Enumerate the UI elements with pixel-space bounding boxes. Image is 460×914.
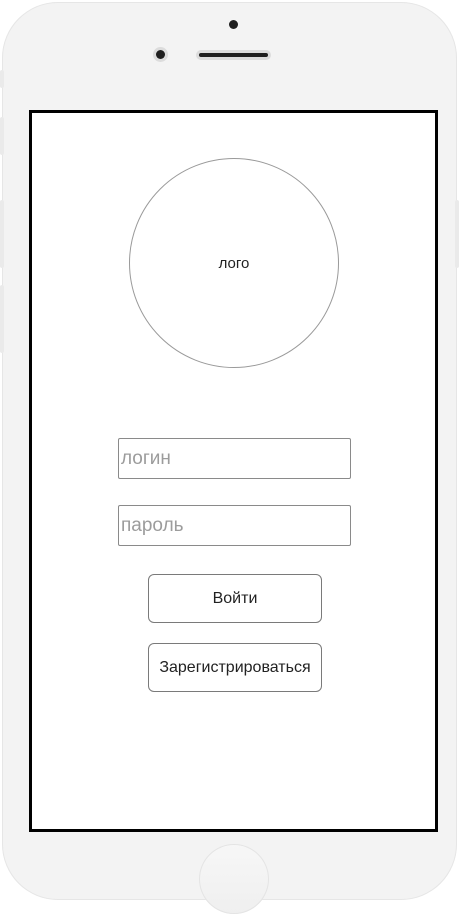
register-button-label: Зарегистрироваться — [159, 658, 311, 676]
home-button[interactable] — [199, 844, 269, 914]
password-input[interactable] — [118, 505, 351, 546]
speaker-grille-icon — [196, 50, 271, 60]
volume-up-button — [0, 117, 4, 155]
power-button — [455, 200, 459, 268]
camera-dot-icon — [229, 20, 238, 29]
silent-switch — [0, 70, 4, 88]
login-button-label: Войти — [212, 589, 258, 607]
register-button[interactable]: Зарегистрироваться — [148, 643, 322, 692]
front-camera-icon — [153, 47, 168, 62]
login-button[interactable]: Войти — [148, 574, 322, 623]
volume-down-button — [0, 200, 4, 268]
login-input[interactable] — [118, 438, 351, 479]
logo-text: лого — [218, 254, 250, 272]
logo-placeholder: лого — [129, 158, 339, 368]
phone-frame: лого Войти Зарегистрироваться — [0, 2, 459, 914]
volume-button-2 — [0, 285, 4, 353]
screen: лого Войти Зарегистрироваться — [29, 110, 438, 832]
